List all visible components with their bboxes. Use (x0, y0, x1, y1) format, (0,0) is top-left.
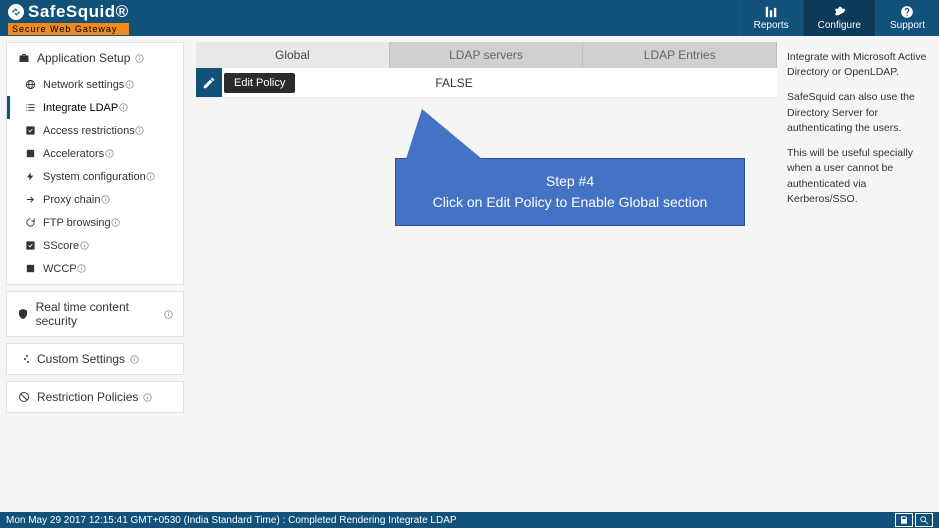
callout-body: Click on Edit Policy to Enable Global se… (412, 192, 728, 213)
configure-button[interactable]: Configure (803, 0, 875, 36)
info-icon (100, 195, 110, 205)
sidebar-item-label: Integrate LDAP (43, 102, 118, 114)
section-label: Real time content security (36, 300, 160, 328)
help-text-1: Integrate with Microsoft Active Director… (787, 50, 929, 80)
sidebar-item-label: SScore (43, 240, 79, 252)
sidebar: Application Setup Network settings Integr… (0, 36, 190, 512)
section-restriction[interactable]: Restriction Policies (7, 382, 183, 412)
support-button[interactable]: Support (875, 0, 939, 36)
support-label: Support (890, 20, 925, 31)
content-area: GlobalLDAP serversLDAP Entries Edit Poli… (190, 36, 777, 512)
sliders-icon (17, 352, 31, 366)
info-icon (134, 53, 144, 63)
sidebar-item-label: Network settings (43, 79, 124, 91)
brand-logo-icon (8, 4, 24, 20)
network-icon (24, 78, 37, 91)
brand-tagline: Secure Web Gateway (8, 23, 129, 35)
main-area: Application Setup Network settings Integr… (0, 36, 939, 512)
save-icon (899, 515, 909, 525)
info-icon (146, 172, 156, 182)
sidebar-item-sscore[interactable]: SScore (7, 234, 183, 257)
sidebar-item-label: Accelerators (43, 148, 104, 160)
sidebar-item-label: WCCP (43, 263, 77, 275)
edit-policy-tooltip: Edit Policy (224, 73, 295, 93)
edit-policy-button[interactable] (196, 68, 222, 97)
info-icon (129, 354, 139, 364)
panel: Edit Policy FALSE (196, 68, 777, 98)
tab-ldap-servers[interactable]: LDAP servers (390, 42, 584, 68)
sidebar-item-label: FTP browsing (43, 217, 111, 229)
help-icon (900, 5, 914, 19)
search-icon (919, 515, 929, 525)
sidebar-item-wccp[interactable]: WCCP (7, 257, 183, 280)
save-button[interactable] (895, 513, 913, 527)
tab-bar: GlobalLDAP serversLDAP Entries (196, 42, 777, 68)
info-icon (142, 392, 152, 402)
info-icon (164, 309, 173, 319)
help-text-3: This will be useful specially when a use… (787, 146, 929, 207)
shield-icon (17, 307, 30, 321)
refresh-icon (24, 216, 37, 229)
sidebar-item-system-configuration[interactable]: System configuration (7, 165, 183, 188)
status-bar: Mon May 29 2017 12:15:41 GMT+0530 (India… (0, 512, 939, 528)
info-icon (124, 80, 134, 90)
info-icon (111, 218, 121, 228)
info-icon (135, 126, 145, 136)
section-label: Custom Settings (37, 352, 125, 366)
square-icon (24, 147, 37, 160)
sidebar-item-ftp-browsing[interactable]: FTP browsing (7, 211, 183, 234)
step-callout: Step #4 Click on Edit Policy to Enable G… (395, 158, 745, 226)
info-icon (79, 241, 89, 251)
brand: SafeSquid® Secure Web Gateway (0, 0, 137, 36)
reports-label: Reports (754, 20, 789, 31)
callout-title: Step #4 (412, 171, 728, 192)
info-icon (104, 149, 114, 159)
gear-icon (832, 5, 846, 19)
policy-value: FALSE (435, 68, 472, 97)
top-bar: SafeSquid® Secure Web Gateway Reports Co… (0, 0, 939, 36)
sidebar-item-accelerators[interactable]: Accelerators (7, 142, 183, 165)
configure-label: Configure (818, 20, 861, 31)
policy-row: Edit Policy FALSE (196, 68, 777, 98)
pencil-icon (202, 76, 216, 90)
tab-global[interactable]: Global (196, 42, 390, 68)
sidebar-item-label: Proxy chain (43, 194, 100, 206)
tab-ldap-entries[interactable]: LDAP Entries (583, 42, 777, 68)
check-icon (24, 124, 37, 137)
list-icon (24, 101, 37, 114)
sidebar-item-label: System configuration (43, 171, 146, 183)
chart-icon (764, 5, 778, 19)
right-help-panel: Integrate with Microsoft Active Director… (777, 36, 939, 512)
square-icon (24, 262, 37, 275)
section-application-setup[interactable]: Application Setup (7, 43, 183, 73)
sidebar-item-proxy-chain[interactable]: Proxy chain (7, 188, 183, 211)
bolt-icon (24, 170, 37, 183)
sidebar-item-access-restrictions[interactable]: Access restrictions (7, 119, 183, 142)
sidebar-item-label: Access restrictions (43, 125, 135, 137)
check-icon (24, 239, 37, 252)
search-button[interactable] (915, 513, 933, 527)
section-custom[interactable]: Custom Settings (7, 344, 183, 374)
briefcase-icon (17, 51, 31, 65)
section-label: Application Setup (37, 51, 130, 65)
sidebar-item-network-settings[interactable]: Network settings (7, 73, 183, 96)
section-label: Restriction Policies (37, 390, 138, 404)
section-realtime[interactable]: Real time content security (7, 292, 183, 336)
info-icon (118, 103, 128, 113)
info-icon (77, 264, 87, 274)
status-text: Mon May 29 2017 12:15:41 GMT+0530 (India… (6, 515, 457, 526)
sidebar-item-integrate-ldap[interactable]: Integrate LDAP (7, 96, 183, 119)
help-text-2: SafeSquid can also use the Directory Ser… (787, 90, 929, 136)
ban-icon (17, 390, 31, 404)
reports-button[interactable]: Reports (739, 0, 803, 36)
arrow-icon (24, 193, 37, 206)
brand-name: SafeSquid® (28, 2, 129, 22)
